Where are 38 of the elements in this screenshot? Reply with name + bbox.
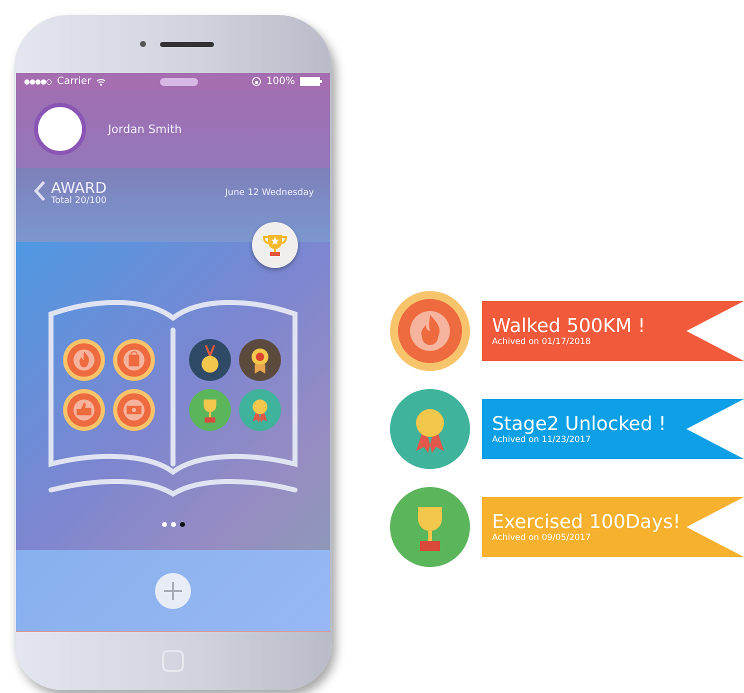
page-dot[interactable]	[162, 522, 166, 527]
trophy-badge-icon	[189, 389, 231, 431]
page-dot[interactable]	[170, 522, 176, 527]
page-title: AWARD	[51, 180, 107, 196]
flame-badge-icon	[63, 339, 105, 381]
carrier-label: Carrier	[57, 76, 92, 87]
medal-badge-icon	[189, 339, 231, 381]
bag-badge-icon	[113, 339, 155, 381]
trophy-icon	[262, 232, 288, 258]
trophy-badge-icon	[390, 487, 470, 567]
speaker-icon	[160, 42, 214, 46]
lock-icon	[252, 77, 262, 86]
page-dot[interactable]	[180, 522, 184, 527]
achievement-date: Achived on 01/17/2018	[492, 337, 592, 347]
user-name: Jordan Smith	[108, 122, 182, 136]
notch-icon	[160, 78, 198, 86]
ribbon-badge-icon	[239, 389, 281, 431]
plus-icon	[163, 580, 183, 600]
achievement-title: Stage2 Unlocked !	[492, 413, 668, 435]
camera-icon	[140, 41, 146, 47]
money-badge-icon	[113, 389, 155, 431]
add-button[interactable]	[155, 572, 191, 608]
ribbon-badge-icon	[390, 389, 470, 469]
achievement-date: Achived on 11/23/2017	[492, 435, 592, 445]
wifi-icon	[96, 78, 106, 86]
total-count: Total 20/100	[51, 196, 107, 206]
signal-icon	[24, 78, 52, 84]
back-icon[interactable]	[34, 180, 46, 202]
achievement-date: Achived on 09/05/2017	[492, 533, 592, 543]
date-label: June 12 Wednesday	[225, 188, 314, 200]
rosette-badge-icon	[239, 339, 281, 381]
avatar	[34, 103, 86, 155]
achievement-title: Walked 500KM !	[492, 315, 646, 337]
thumb-badge-icon	[63, 389, 105, 431]
flame-badge-icon	[390, 291, 470, 371]
achievement-title: Exercised 100Days!	[492, 511, 682, 533]
battery-icon	[300, 77, 322, 86]
battery-label: 100%	[266, 76, 295, 87]
